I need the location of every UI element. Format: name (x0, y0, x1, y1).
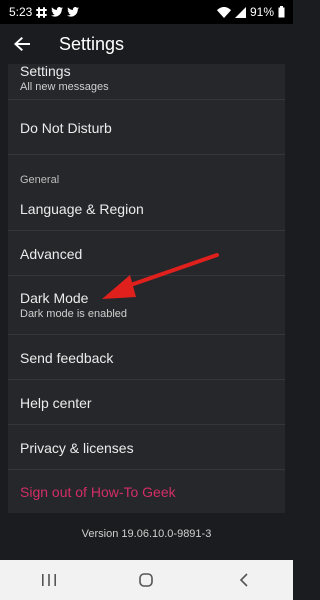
wifi-icon (216, 6, 231, 18)
item-subtitle: Dark mode is enabled (20, 308, 128, 320)
page-title: Settings (59, 33, 125, 54)
version-text: Version 19.06.10.0-9891-3 (81, 528, 212, 540)
slack-notification-icon (36, 6, 48, 18)
settings-item-advanced[interactable]: Advanced (8, 232, 285, 276)
back-nav-icon[interactable] (224, 565, 264, 595)
settings-list: Settings All new messages Do Not Disturb… (8, 64, 285, 513)
recent-apps-icon[interactable] (29, 565, 69, 595)
item-title: Language & Region (20, 200, 144, 217)
item-title: Sign out of How-To Geek (20, 484, 176, 500)
settings-item-notifications[interactable]: Settings All new messages (8, 64, 285, 100)
settings-item-dark-mode[interactable]: Dark Mode Dark mode is enabled (8, 277, 285, 335)
settings-item-language-region[interactable]: Language & Region (8, 187, 285, 231)
item-title: Send feedback (20, 349, 114, 366)
settings-item-help-center[interactable]: Help center (8, 381, 285, 425)
status-time: 5:23 (9, 5, 33, 19)
system-nav-bar (0, 560, 293, 600)
section-header-general: General (20, 174, 60, 186)
back-arrow-icon[interactable] (11, 33, 33, 55)
twitter-icon (67, 7, 80, 17)
signal-icon (234, 6, 246, 18)
item-title: Help center (20, 394, 92, 411)
item-title: Privacy & licenses (20, 439, 134, 456)
settings-item-send-feedback[interactable]: Send feedback (8, 336, 285, 380)
item-title: Advanced (20, 245, 83, 262)
home-icon[interactable] (126, 565, 166, 595)
item-title: Settings (20, 64, 71, 79)
status-left: 5:23 (9, 5, 80, 19)
battery-icon (278, 6, 285, 18)
app-bar: Settings (0, 24, 293, 64)
item-title: Do Not Disturb (20, 119, 112, 136)
item-title: Dark Mode (20, 290, 89, 306)
battery-percent: 91% (249, 5, 274, 19)
settings-item-privacy-licenses[interactable]: Privacy & licenses (8, 426, 285, 470)
sign-out-button[interactable]: Sign out of How-To Geek (8, 471, 285, 513)
status-right: 91% (216, 5, 285, 19)
twitter-icon (51, 7, 64, 17)
item-subtitle: All new messages (20, 81, 109, 93)
settings-item-do-not-disturb[interactable]: Do Not Disturb (8, 101, 285, 155)
status-bar: 5:23 91% (0, 0, 293, 24)
